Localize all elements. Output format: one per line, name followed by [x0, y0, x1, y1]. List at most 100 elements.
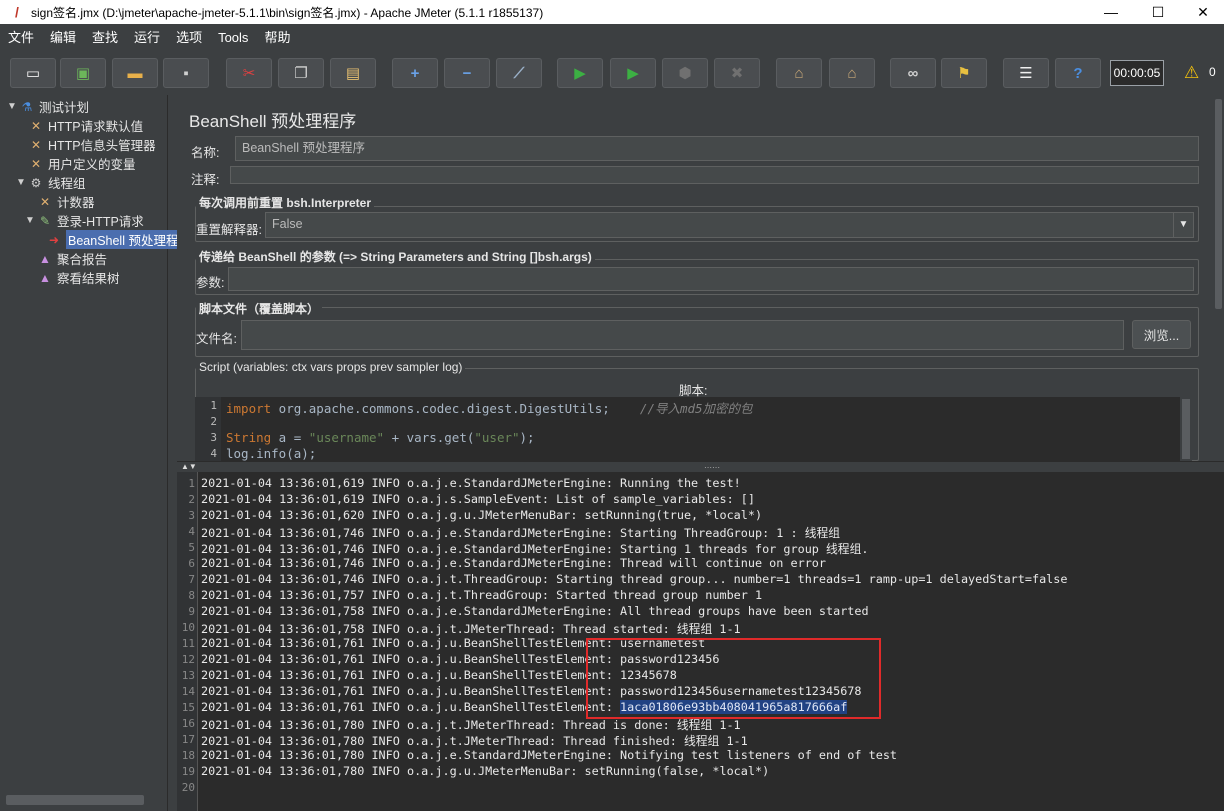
log-line-number: 17: [181, 733, 195, 746]
log-line-number: 12: [181, 653, 195, 666]
log-line-number: 11: [181, 637, 195, 650]
script-line-number: 3: [210, 431, 217, 444]
browse-button[interactable]: 浏览...: [1132, 320, 1191, 349]
expand-icon: +: [410, 64, 420, 82]
reset-search-button[interactable]: ⚑: [941, 58, 987, 88]
cut-button[interactable]: ✂: [226, 58, 272, 88]
script-token: String: [226, 430, 272, 445]
expand-toggle-icon[interactable]: ▼: [6, 101, 18, 112]
reset-interpreter-label: 重置解释器:: [196, 223, 262, 237]
log-line-number: 14: [181, 685, 195, 698]
script-scrollbar-thumb[interactable]: [1182, 399, 1190, 459]
page-title: BeanShell 预处理程序: [189, 112, 357, 131]
menu-run[interactable]: 运行: [126, 25, 168, 50]
log-line-number: 2: [188, 493, 195, 506]
minimize-button[interactable]: —: [1088, 0, 1134, 24]
toggle-button[interactable]: ⟋: [496, 58, 542, 88]
tree-item[interactable]: ▼ ⚗ 测试计划: [6, 97, 89, 116]
function-helper-button[interactable]: ☰: [1003, 58, 1049, 88]
menu-help[interactable]: 帮助: [256, 25, 298, 50]
script-line: import org.apache.commons.codec.digest.D…: [226, 398, 753, 417]
help-icon: ?: [1073, 64, 1083, 82]
gear-icon: ⚙: [30, 175, 42, 190]
parameters-input[interactable]: [228, 267, 1194, 291]
log-line-text: 2021-01-04 13:36:01,619 INFO o.a.j.s.Sam…: [201, 492, 755, 506]
file-name-input[interactable]: [241, 320, 1124, 350]
log-line: 2021-01-04 13:36:01,746 INFO o.a.j.e.Sta…: [201, 524, 840, 541]
splitter-arrows-icon[interactable]: ▲▼: [181, 462, 197, 471]
log-line-number: 20: [181, 781, 195, 794]
tree-item[interactable]: ✕ HTTP请求默认值: [15, 116, 143, 135]
expand-toggle-icon[interactable]: ▼: [15, 177, 27, 188]
panel-scrollbar[interactable]: [1213, 95, 1224, 461]
reset-interpreter-select[interactable]: False ▼: [265, 212, 1194, 238]
tree-item[interactable]: ➜ BeanShell 预处理程: [33, 230, 181, 249]
comment-input[interactable]: [230, 166, 1199, 184]
panel-scrollbar-thumb[interactable]: [1215, 99, 1222, 309]
wrench-icon: ✕: [30, 137, 42, 152]
script-icon: ➜: [48, 232, 60, 247]
menu-options[interactable]: 选项: [168, 25, 210, 50]
new-button[interactable]: ▭: [10, 58, 56, 88]
tree-item[interactable]: ✕ HTTP信息头管理器: [15, 135, 156, 154]
tree-item[interactable]: ▲ 察看结果树: [24, 268, 120, 287]
expand-button[interactable]: +: [392, 58, 438, 88]
function-helper-icon: ☰: [1019, 65, 1033, 82]
help-button[interactable]: ?: [1055, 58, 1101, 88]
tree-item[interactable]: ✕ 用户定义的变量: [15, 154, 136, 173]
parameters-label: 参数:: [196, 276, 225, 290]
start-no-pause-button[interactable]: ▶: [610, 58, 656, 88]
paste-icon: ▤: [345, 65, 361, 82]
menu-edit[interactable]: 编辑: [42, 25, 84, 50]
collapse-button[interactable]: −: [444, 58, 490, 88]
log-line-number: 19: [181, 765, 195, 778]
copy-button[interactable]: ❐: [278, 58, 324, 88]
log-splitter[interactable]: ▲▼ ⋯⋯: [177, 461, 1224, 472]
log-line: 2021-01-04 13:36:01,619 INFO o.a.j.e.Sta…: [201, 476, 741, 490]
log-line-text: 2021-01-04 13:36:01,619 INFO o.a.j.e.Sta…: [201, 476, 741, 490]
tree-item[interactable]: ▲ 聚合报告: [24, 249, 107, 268]
cut-icon: ✂: [242, 65, 256, 82]
clear-all-button[interactable]: ⌂: [829, 58, 875, 88]
script-editor[interactable]: 1 import org.apache.commons.codec.digest.…: [195, 397, 1180, 461]
search-icon: ∞: [907, 64, 919, 82]
tree-item[interactable]: ✕ 计数器: [24, 192, 95, 211]
search-button[interactable]: ∞: [890, 58, 936, 88]
templates-button[interactable]: ▣: [60, 58, 106, 88]
log-line-text: 2021-01-04 13:36:01,746 INFO o.a.j.e.Sta…: [201, 542, 869, 556]
save-button[interactable]: ▪: [163, 58, 209, 88]
warning-icon[interactable]: ⚠: [1184, 64, 1204, 82]
log-line: 2021-01-04 13:36:01,746 INFO o.a.j.e.Sta…: [201, 540, 869, 557]
script-group-title: Script (variables: ctx vars props prev s…: [196, 360, 466, 374]
name-input[interactable]: BeanShell 预处理程序: [235, 136, 1199, 161]
menu-file[interactable]: 文件: [0, 25, 42, 50]
expand-toggle-icon[interactable]: ▼: [24, 215, 36, 226]
tree-item-label: 察看结果树: [57, 272, 120, 286]
tree-item[interactable]: ▼ ✎ 登录-HTTP请求: [24, 211, 144, 230]
wrench-icon: ✕: [30, 156, 42, 171]
chevron-down-icon[interactable]: ▼: [1173, 213, 1193, 237]
clear-button[interactable]: ⌂: [776, 58, 822, 88]
warning-count: 0: [1209, 65, 1216, 79]
tree-item[interactable]: ▼ ⚙ 线程组: [15, 173, 85, 192]
splitter-grip-icon[interactable]: ⋯⋯: [704, 463, 720, 472]
log-line-number: 10: [181, 621, 195, 634]
log-line-number: 13: [181, 669, 195, 682]
start-icon: ▶: [574, 65, 586, 82]
menu-search[interactable]: 查找: [84, 25, 126, 50]
script-scrollbar[interactable]: [1180, 397, 1192, 461]
stop-button[interactable]: ⬢: [662, 58, 708, 88]
maximize-button[interactable]: ☐: [1135, 0, 1181, 24]
log-line-number: 8: [188, 589, 195, 602]
open-button[interactable]: ▬: [112, 58, 158, 88]
close-button[interactable]: ✕: [1180, 0, 1224, 24]
test-plan-tree: ▼ ⚗ 测试计划 ✕ HTTP请求默认值 ✕ HTTP信息头管理器 ✕ 用户定义的变量 ▼ ⚙ 线程组…: [0, 95, 181, 811]
paste-button[interactable]: ▤: [330, 58, 376, 88]
menu-tools[interactable]: Tools: [210, 25, 256, 50]
log-line-text: 2021-01-04 13:36:01,758 INFO o.a.j.e.Sta…: [201, 604, 869, 618]
start-button[interactable]: ▶: [557, 58, 603, 88]
tree-horizontal-scrollbar[interactable]: [6, 795, 144, 805]
shutdown-button[interactable]: ✖: [714, 58, 760, 88]
log-line-number: 3: [188, 509, 195, 522]
shutdown-icon: ✖: [730, 65, 744, 82]
